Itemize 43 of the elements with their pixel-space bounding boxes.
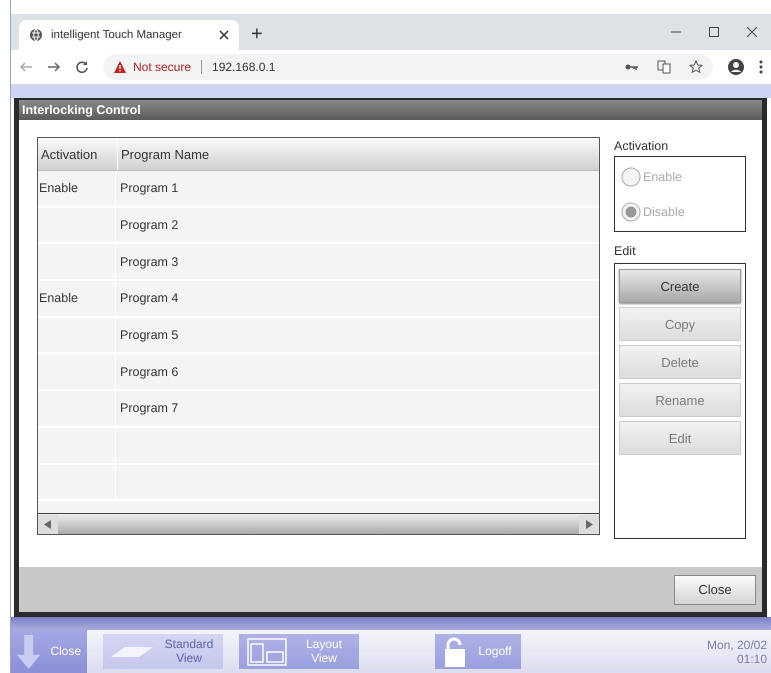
tab-title: intelligent Touch Manager bbox=[51, 29, 183, 41]
close-button[interactable]: Close bbox=[674, 574, 756, 604]
forward-icon[interactable] bbox=[47, 60, 61, 74]
security-label: Not secure bbox=[133, 60, 192, 74]
section-label: Activation bbox=[614, 138, 670, 155]
star-icon[interactable] bbox=[689, 60, 703, 74]
down-arrow-icon bbox=[17, 632, 40, 670]
reload-icon[interactable] bbox=[75, 60, 89, 74]
table-cell: Enable bbox=[38, 171, 116, 206]
edit-action-button[interactable]: Create bbox=[619, 269, 741, 303]
address-bar[interactable]: Not secure 192.168.0.1 bbox=[103, 54, 713, 80]
account-icon[interactable] bbox=[727, 58, 745, 76]
scroll-right-icon[interactable] bbox=[579, 514, 599, 534]
key-icon[interactable] bbox=[625, 62, 639, 72]
horizontal-scrollbar[interactable] bbox=[38, 513, 599, 534]
layout-icon bbox=[247, 638, 287, 666]
table-cell[interactable]: Program 1 bbox=[116, 171, 599, 206]
dialog-title: Interlocking Control bbox=[19, 100, 762, 120]
maximize-icon[interactable] bbox=[709, 27, 719, 37]
new-tab-button[interactable]: + bbox=[251, 23, 263, 46]
table-cell[interactable]: Program 6 bbox=[116, 354, 599, 390]
table-cell[interactable]: Program 5 bbox=[116, 318, 599, 352]
scroll-left-icon[interactable] bbox=[38, 514, 58, 534]
layer-icon bbox=[111, 646, 153, 656]
translate-icon[interactable] bbox=[657, 60, 671, 74]
warning-icon bbox=[113, 60, 127, 74]
date-text: Mon, 20/02 bbox=[706, 638, 767, 652]
table-cell[interactable]: Program 4 bbox=[116, 281, 599, 316]
table-cell[interactable]: Program 3 bbox=[116, 244, 599, 280]
globe-icon bbox=[29, 28, 43, 42]
column-header[interactable]: Activation bbox=[38, 138, 118, 170]
close-icon[interactable] bbox=[219, 30, 229, 40]
time-text: 01:10 bbox=[736, 652, 767, 666]
browser-tab[interactable]: intelligent Touch Manager bbox=[19, 20, 239, 50]
close-icon[interactable] bbox=[747, 27, 757, 37]
column-header[interactable]: Program Name bbox=[118, 138, 599, 170]
section-label: Edit bbox=[614, 243, 637, 260]
url-text: 192.168.0.1 bbox=[212, 60, 276, 74]
table-cell[interactable]: Program 2 bbox=[116, 208, 599, 242]
menu-icon[interactable] bbox=[759, 60, 763, 74]
table-cell: Enable bbox=[38, 281, 116, 316]
padlock-icon bbox=[443, 636, 467, 666]
table-cell[interactable]: Program 7 bbox=[116, 391, 599, 426]
